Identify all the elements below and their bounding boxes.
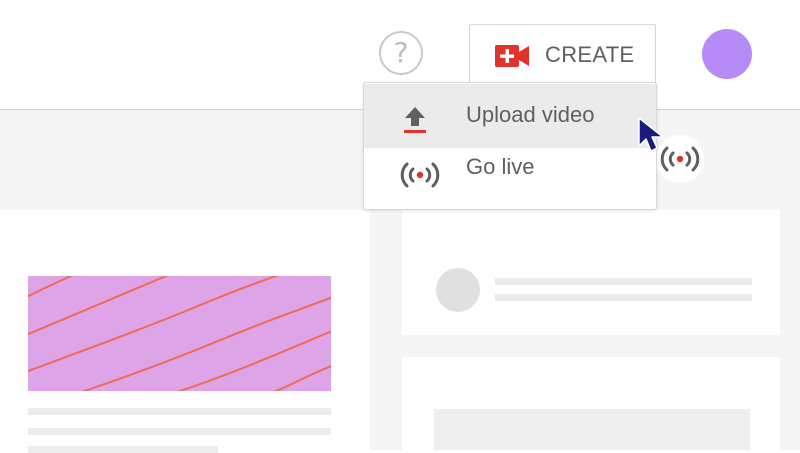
video-card: [0, 210, 370, 453]
create-button[interactable]: CREATE: [469, 24, 656, 84]
menu-item-label: Upload video: [466, 102, 595, 127]
channel-card: [402, 210, 780, 335]
upload-icon: [404, 107, 426, 133]
menu-item-upload-video[interactable]: Upload video: [364, 84, 656, 148]
ghost-avatar: [436, 268, 480, 312]
create-menu: Upload video Go live: [363, 82, 657, 210]
mouse-cursor-icon: [638, 117, 664, 152]
video-thumbnail[interactable]: [28, 276, 331, 391]
menu-item-label: Go live: [466, 154, 535, 179]
skeleton-line: [495, 294, 752, 301]
live-broadcast-icon: [400, 162, 440, 188]
help-icon: ?: [393, 36, 409, 69]
skeleton-block: [434, 409, 750, 450]
thumbnail-pattern: [28, 276, 331, 391]
avatar[interactable]: [702, 29, 752, 79]
skeleton-line: [28, 408, 331, 415]
video-camera-plus-icon: [495, 45, 529, 67]
help-button[interactable]: ?: [379, 31, 423, 75]
menu-item-go-live[interactable]: Go live: [364, 140, 656, 204]
content-card: [402, 357, 780, 450]
skeleton-line: [28, 428, 331, 435]
create-button-label: CREATE: [545, 42, 635, 67]
skeleton-line: [495, 278, 752, 285]
